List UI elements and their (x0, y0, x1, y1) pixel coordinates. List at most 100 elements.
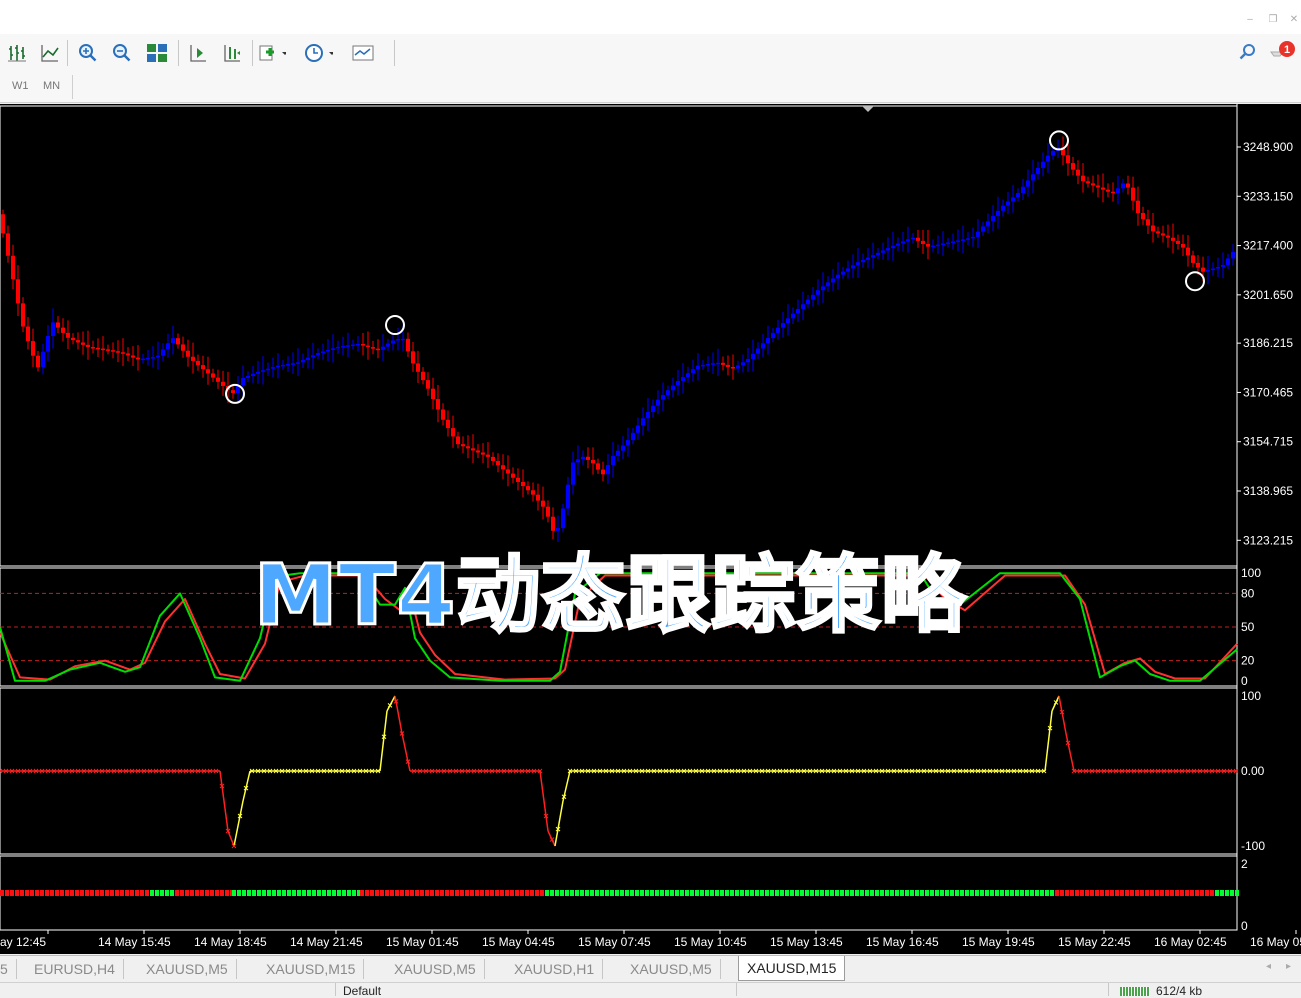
tile-windows-icon[interactable] (143, 39, 171, 67)
hist-bar (610, 890, 614, 896)
hist-bar (595, 890, 599, 896)
templates-icon[interactable] (352, 39, 380, 67)
osc-tick-label: -100 (1241, 839, 1265, 853)
search-icon[interactable] (1234, 39, 1262, 67)
period-w1[interactable]: W1 (12, 80, 29, 92)
candle-body (561, 508, 565, 529)
candle-body (651, 405, 655, 413)
hist-bar (1195, 890, 1199, 896)
candle-body (956, 240, 960, 242)
candle-body (751, 353, 755, 359)
tab-chart-0[interactable]: 5 (0, 959, 17, 979)
hist-bar (975, 890, 979, 896)
hist-bar (267, 890, 271, 896)
hist-bar (560, 890, 564, 896)
hist-bar (312, 890, 316, 896)
hist-bar (140, 890, 144, 896)
zoom-in-icon[interactable] (74, 39, 102, 67)
candle-body (246, 375, 250, 379)
hist-bar (895, 890, 899, 896)
candle-body (146, 357, 150, 360)
period-mn[interactable]: MN (43, 80, 60, 92)
line-chart-icon[interactable] (36, 39, 64, 67)
candle-body (436, 399, 440, 410)
candle-body (451, 428, 455, 437)
candle-body (826, 282, 830, 287)
hist-bar (520, 890, 524, 896)
candle-body (516, 477, 520, 482)
restore-icon[interactable]: ❐ (1266, 14, 1280, 26)
tab-chart-3[interactable]: XAUUSD,M15 (258, 959, 365, 979)
hist-bar (1185, 890, 1189, 896)
tab-chart-1[interactable]: EURUSD,H4 (26, 959, 124, 979)
hist-bar (695, 890, 699, 896)
add-indicator-icon[interactable] (258, 39, 286, 67)
hist-bar (95, 890, 99, 896)
candle-body (411, 351, 415, 364)
time-tick-label: 15 May 22:45 (1058, 935, 1131, 949)
tab-chart-4[interactable]: XAUUSD,M5 (386, 959, 485, 979)
candle-body (656, 399, 660, 406)
hist-bar (150, 890, 154, 896)
tab-chart-5[interactable]: XAUUSD,H1 (506, 959, 604, 979)
candle-body (1186, 247, 1190, 256)
hist-bar (1040, 890, 1044, 896)
candle-body (1041, 161, 1045, 168)
tab-scroll-right-icon[interactable]: ▸ (1286, 961, 1291, 972)
time-tick-label: 15 May 04:45 (482, 935, 555, 949)
osc-line-segment (242, 770, 251, 802)
autoscroll-icon[interactable] (218, 39, 246, 67)
candle-body (906, 239, 910, 242)
hist-bar (685, 890, 689, 896)
candle-body (1031, 174, 1035, 181)
candle-body (876, 252, 880, 256)
tab-chart-active[interactable]: XAUUSD,M15 (738, 956, 846, 981)
tab-chart-2[interactable]: XAUUSD,M5 (138, 959, 237, 979)
time-tick-label: 15 May 07:45 (578, 935, 651, 949)
candle-body (766, 338, 770, 344)
hist-bar (860, 890, 864, 896)
hist-bar (810, 890, 814, 896)
candle-body (1146, 219, 1150, 226)
hist-bar (620, 890, 624, 896)
hist-bar (590, 890, 594, 896)
period-clock-icon[interactable] (305, 39, 333, 67)
hist-bar (820, 890, 824, 896)
candle-body (1141, 213, 1145, 220)
hist-bar (1045, 890, 1049, 896)
candle-body (1181, 244, 1185, 248)
candle-body (121, 352, 125, 354)
hist-bar (85, 890, 89, 896)
candle-body (441, 409, 445, 420)
close-icon[interactable]: ✕ (1287, 14, 1301, 26)
hist-bar (317, 890, 321, 896)
hist-bar (840, 890, 844, 896)
hist-bar (1010, 890, 1014, 896)
notification-icon[interactable]: 1 (1268, 39, 1296, 67)
candle-body (356, 343, 360, 346)
candle-body (861, 259, 865, 263)
minimize-icon[interactable]: ‒ (1243, 14, 1257, 26)
stoch-tick-label: 80 (1241, 586, 1255, 600)
candle-body (961, 239, 965, 241)
hist-bar (80, 890, 84, 896)
swing-marker (1185, 271, 1205, 292)
hist-bar (425, 890, 429, 896)
hist-bar (1165, 890, 1169, 896)
tab-chart-6[interactable]: XAUUSD,M5 (622, 959, 721, 979)
hist-bar (277, 890, 281, 896)
tab-scroll-left-icon[interactable]: ◂ (1266, 961, 1271, 972)
candle-body (461, 444, 465, 447)
hist-bar (1020, 890, 1024, 896)
hist-bar (485, 890, 489, 896)
hist-bar (630, 890, 634, 896)
candle-body (711, 363, 715, 365)
hist-bar (865, 890, 869, 896)
candle-body (1036, 167, 1040, 175)
bar-chart-icon[interactable] (3, 39, 31, 67)
zoom-out-icon[interactable] (108, 39, 136, 67)
candle-body (1066, 155, 1070, 164)
chart-shift-icon[interactable] (184, 39, 212, 67)
hist-bar (690, 890, 694, 896)
candle-body (1121, 183, 1125, 189)
